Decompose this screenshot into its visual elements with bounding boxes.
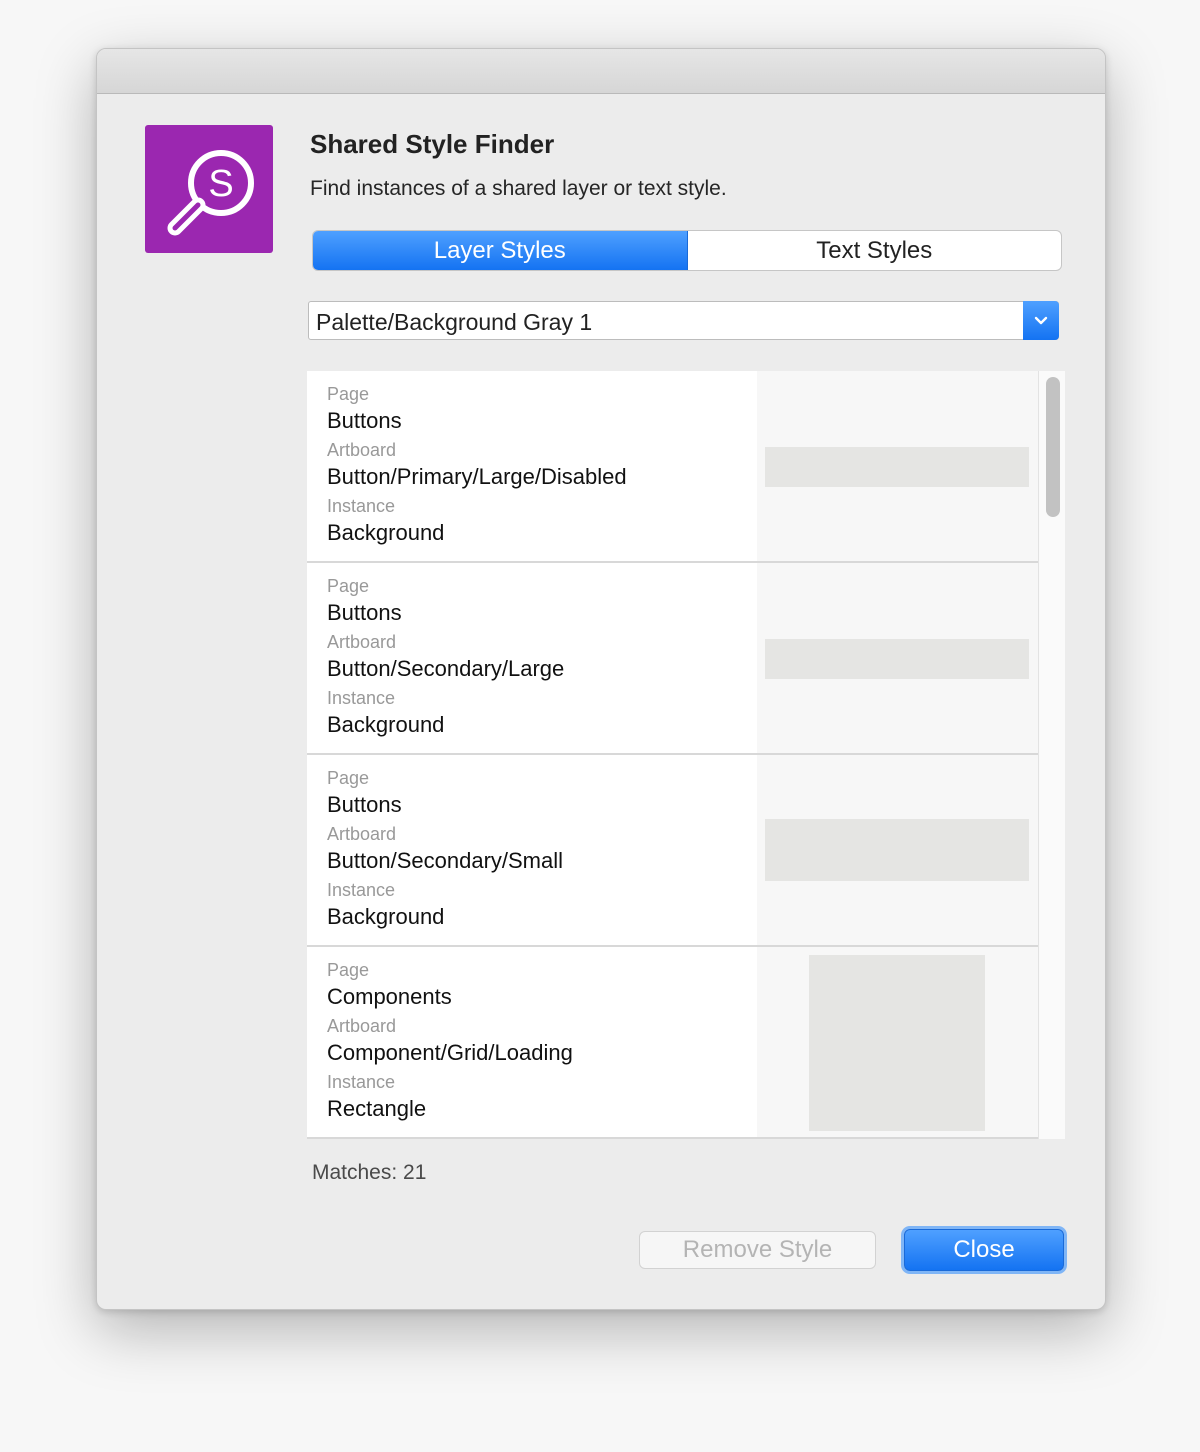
layer-preview	[757, 371, 1038, 561]
dialog-subtitle: Find instances of a shared layer or text…	[310, 177, 727, 200]
layer-preview	[757, 563, 1038, 753]
instance-value: Background	[327, 520, 445, 545]
svg-text:S: S	[208, 163, 233, 205]
list-item-info: Page Buttons Artboard Button/Primary/Lar…	[307, 371, 757, 561]
dialog-title: Shared Style Finder	[310, 129, 555, 159]
chevron-down-icon[interactable]	[1023, 301, 1059, 340]
list-item-info: Page Components Artboard Component/Grid/…	[307, 947, 757, 1137]
artboard-value: Component/Grid/Loading	[327, 1040, 573, 1065]
artboard-value: Button/Secondary/Large	[327, 656, 565, 681]
artboard-label: Artboard	[327, 440, 397, 460]
page-value: Buttons	[327, 408, 402, 433]
list-item-info: Page Buttons Artboard Button/Secondary/L…	[307, 563, 757, 753]
instance-label: Instance	[327, 496, 396, 516]
layer-preview	[757, 755, 1038, 945]
instance-label: Instance	[327, 1072, 396, 1092]
instance-value: Background	[327, 712, 445, 737]
page-label: Page	[327, 960, 370, 980]
artboard-value: Button/Secondary/Small	[327, 848, 564, 873]
shared-style-select[interactable]: Palette/Background Gray 1	[308, 301, 1059, 340]
instance-label: Instance	[327, 688, 396, 708]
page-label: Page	[327, 384, 370, 404]
artboard-value: Button/Primary/Large/Disabled	[327, 464, 627, 489]
preview-swatch	[765, 447, 1029, 487]
artboard-label: Artboard	[327, 632, 397, 652]
title-bar[interactable]	[97, 49, 1105, 94]
tab-layer-styles[interactable]: Layer Styles	[313, 231, 688, 270]
list-item[interactable]: Page Buttons Artboard Button/Secondary/L…	[307, 563, 1038, 755]
preview-swatch	[765, 639, 1029, 679]
preview-swatch	[765, 819, 1029, 881]
magnifier-s-icon: S	[145, 125, 273, 253]
page-value: Buttons	[327, 792, 402, 817]
page-value: Buttons	[327, 600, 402, 625]
list-item-info: Page Buttons Artboard Button/Secondary/S…	[307, 755, 757, 945]
list-item[interactable]: Page Components Artboard Component/Grid/…	[307, 947, 1038, 1139]
instance-value: Rectangle	[327, 1096, 427, 1121]
tab-text-styles[interactable]: Text Styles	[688, 231, 1062, 270]
instance-label: Instance	[327, 880, 396, 900]
artboard-label: Artboard	[327, 1016, 397, 1036]
page-label: Page	[327, 576, 370, 596]
scrollbar-thumb[interactable]	[1046, 377, 1060, 517]
list-item[interactable]: Page Buttons Artboard Button/Primary/Lar…	[307, 371, 1038, 563]
close-button[interactable]: Close	[904, 1229, 1064, 1271]
artboard-label: Artboard	[327, 824, 397, 844]
results-list[interactable]: Page Buttons Artboard Button/Primary/Lar…	[307, 371, 1065, 1139]
matches-count: Matches: 21	[312, 1161, 427, 1184]
layer-preview	[757, 947, 1038, 1137]
preview-swatch	[809, 955, 985, 1131]
list-item[interactable]: Page Buttons Artboard Button/Secondary/S…	[307, 755, 1038, 947]
scrollbar[interactable]	[1038, 371, 1065, 1139]
style-type-segmented-control: Layer Styles Text Styles	[312, 230, 1062, 271]
page-value: Components	[327, 984, 452, 1009]
shared-style-select-value: Palette/Background Gray 1	[316, 309, 593, 335]
page-label: Page	[327, 768, 370, 788]
dialog-window: S Shared Style Finder Find instances of …	[96, 48, 1106, 1310]
remove-style-button[interactable]: Remove Style	[639, 1231, 876, 1269]
instance-value: Background	[327, 904, 445, 929]
